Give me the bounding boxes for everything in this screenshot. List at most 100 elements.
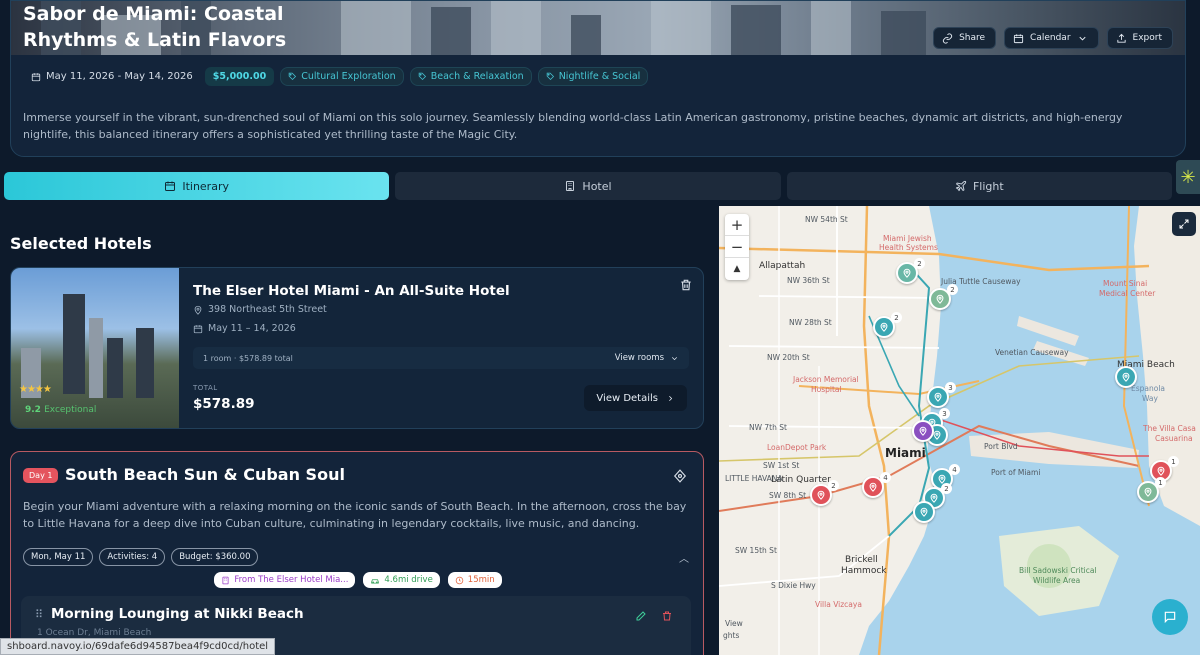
map-label: Miami xyxy=(885,446,926,460)
map-label: Espanola xyxy=(1131,384,1166,393)
expand-icon xyxy=(1179,219,1189,229)
calendar-button[interactable]: Calendar xyxy=(1004,27,1099,49)
map-marker-pin-icon[interactable]: 2 xyxy=(929,284,958,310)
map-label: SW 1st St xyxy=(763,461,800,470)
map-label: Health Systems xyxy=(879,243,938,252)
map-label: Allapattah xyxy=(759,261,806,271)
zoom-in-button[interactable]: + xyxy=(725,214,749,236)
marker-count: 2 xyxy=(941,483,952,494)
export-label: Export xyxy=(1132,33,1162,43)
map-label: NW 20th St xyxy=(767,353,810,362)
route-from-text: From The Elser Hotel Mia... xyxy=(234,575,349,585)
map-marker-pin-icon[interactable] xyxy=(1115,366,1137,388)
fullscreen-button[interactable] xyxy=(1172,212,1196,236)
total-price: $578.89 xyxy=(193,396,255,412)
view-rooms-button[interactable]: View rooms xyxy=(615,353,679,363)
trip-title: Sabor de Miami: Coastal Rhythms & Latin … xyxy=(23,3,287,51)
marker-count: 3 xyxy=(945,382,956,393)
upload-icon xyxy=(1116,33,1126,43)
hotel-stars: ★★★★ xyxy=(19,384,52,395)
trip-header: Sabor de Miami: Coastal Rhythms & Latin … xyxy=(10,0,1186,157)
route-info: From The Elser Hotel Mia... 4.6mi drive … xyxy=(11,572,703,588)
day-title: South Beach Sun & Cuban Soul xyxy=(65,465,345,484)
calendar-icon xyxy=(165,181,176,191)
day-badge: Day 1 xyxy=(23,468,59,483)
plane-icon xyxy=(955,180,967,192)
route-duration: 15min xyxy=(447,572,502,588)
view-rooms-label: View rooms xyxy=(614,353,664,363)
map-marker-pin-icon[interactable]: 2 xyxy=(873,312,902,338)
map-label: Wildlife Area xyxy=(1033,576,1081,585)
map-marker-pin-icon[interactable] xyxy=(912,420,934,442)
map-label: SW 8th St xyxy=(769,491,807,500)
map-marker-pin-icon[interactable] xyxy=(913,501,935,523)
rating-text: Exceptional xyxy=(44,405,97,415)
chevron-right-icon xyxy=(669,395,673,401)
map-marker-pin-icon[interactable]: 2 xyxy=(810,480,839,506)
map-label: NW 28th St xyxy=(789,318,832,327)
map-marker-pin-icon[interactable]: 1 xyxy=(1137,477,1166,503)
locate-icon[interactable] xyxy=(673,469,687,483)
drag-handle-icon[interactable]: ⠿ xyxy=(35,608,43,621)
delete-activity-icon[interactable] xyxy=(661,610,673,622)
map-label: S Dixie Hwy xyxy=(771,581,816,590)
map-label: Hospital xyxy=(811,385,842,394)
view-details-label: View Details xyxy=(596,392,658,404)
hotel-rating: 9.2 Exceptional xyxy=(25,405,96,415)
rooms-summary-row: 1 room · $578.89 total View rooms xyxy=(193,347,689,369)
map-label: Port Blvd xyxy=(984,442,1018,451)
total-label: TOTAL xyxy=(193,384,218,392)
tag-icon xyxy=(546,72,554,81)
chat-button[interactable] xyxy=(1152,599,1188,635)
tab-hotel[interactable]: Hotel xyxy=(395,172,781,200)
tab-label: Hotel xyxy=(582,179,612,193)
marker-count: 2 xyxy=(828,480,839,491)
route-duration-text: 15min xyxy=(467,575,495,585)
compass-button[interactable]: ▲ xyxy=(725,258,749,280)
building-icon xyxy=(566,181,575,191)
route-from[interactable]: From The Elser Hotel Mia... xyxy=(214,572,356,588)
map-label: Venetian Causeway xyxy=(995,348,1069,357)
collapse-chevron-icon[interactable]: ︿ xyxy=(679,550,689,565)
clock-icon xyxy=(455,576,464,584)
rooms-summary: 1 room · $578.89 total xyxy=(203,353,293,363)
assistant-sparkle-icon[interactable]: ✳ xyxy=(1176,160,1200,194)
rating-score: 9.2 xyxy=(25,405,41,415)
map-label: LoanDepot Park xyxy=(767,443,827,452)
export-button[interactable]: Export xyxy=(1106,27,1173,49)
map-label: Bill Sadowski Critical xyxy=(1019,566,1097,575)
map-label: Way xyxy=(1142,394,1158,403)
tag-label: Beach & Relaxation xyxy=(430,71,524,82)
map-label: Medical Center xyxy=(1099,289,1156,298)
calendar-icon xyxy=(1013,33,1024,43)
share-button[interactable]: Share xyxy=(933,27,997,49)
marker-count: 4 xyxy=(949,464,960,475)
view-details-button[interactable]: View Details xyxy=(584,385,687,411)
car-icon xyxy=(371,578,380,583)
map-label: NW 54th St xyxy=(805,215,848,224)
marker-count: 3 xyxy=(939,408,950,419)
chevron-down-icon xyxy=(1078,36,1086,41)
tag-icon xyxy=(288,72,297,81)
tab-flight[interactable]: Flight xyxy=(786,172,1172,200)
map-marker-pin-icon[interactable]: 3 xyxy=(927,382,956,408)
tab-label: Itinerary xyxy=(182,179,229,193)
map-marker-pin-icon[interactable]: 2 xyxy=(896,258,925,284)
hotel-address-text: 398 Northeast 5th Street xyxy=(208,304,327,315)
route-distance-text: 4.6mi drive xyxy=(384,575,433,585)
trip-dates-text: May 11, 2026 - May 14, 2026 xyxy=(46,71,193,82)
tag-chip: Beach & Relaxation xyxy=(409,67,532,86)
delete-hotel-icon[interactable] xyxy=(679,278,693,292)
chat-bubble-icon xyxy=(1164,611,1176,624)
link-icon xyxy=(943,32,953,44)
building-icon xyxy=(222,576,229,584)
hotel-name: The Elser Hotel Miami - An All-Suite Hot… xyxy=(193,283,510,299)
zoom-out-button[interactable]: − xyxy=(725,236,749,258)
itinerary-map[interactable]: Miami Miami Beach Allapattah Latin Quarter B… xyxy=(719,206,1200,655)
map-label: Hammock xyxy=(841,566,887,576)
tag-chip: Cultural Exploration xyxy=(280,67,404,86)
edit-pencil-icon[interactable] xyxy=(635,610,647,622)
tab-label: Flight xyxy=(972,179,1004,193)
tab-itinerary[interactable]: Itinerary xyxy=(4,172,390,200)
map-marker-pin-icon[interactable]: 4 xyxy=(862,472,891,498)
